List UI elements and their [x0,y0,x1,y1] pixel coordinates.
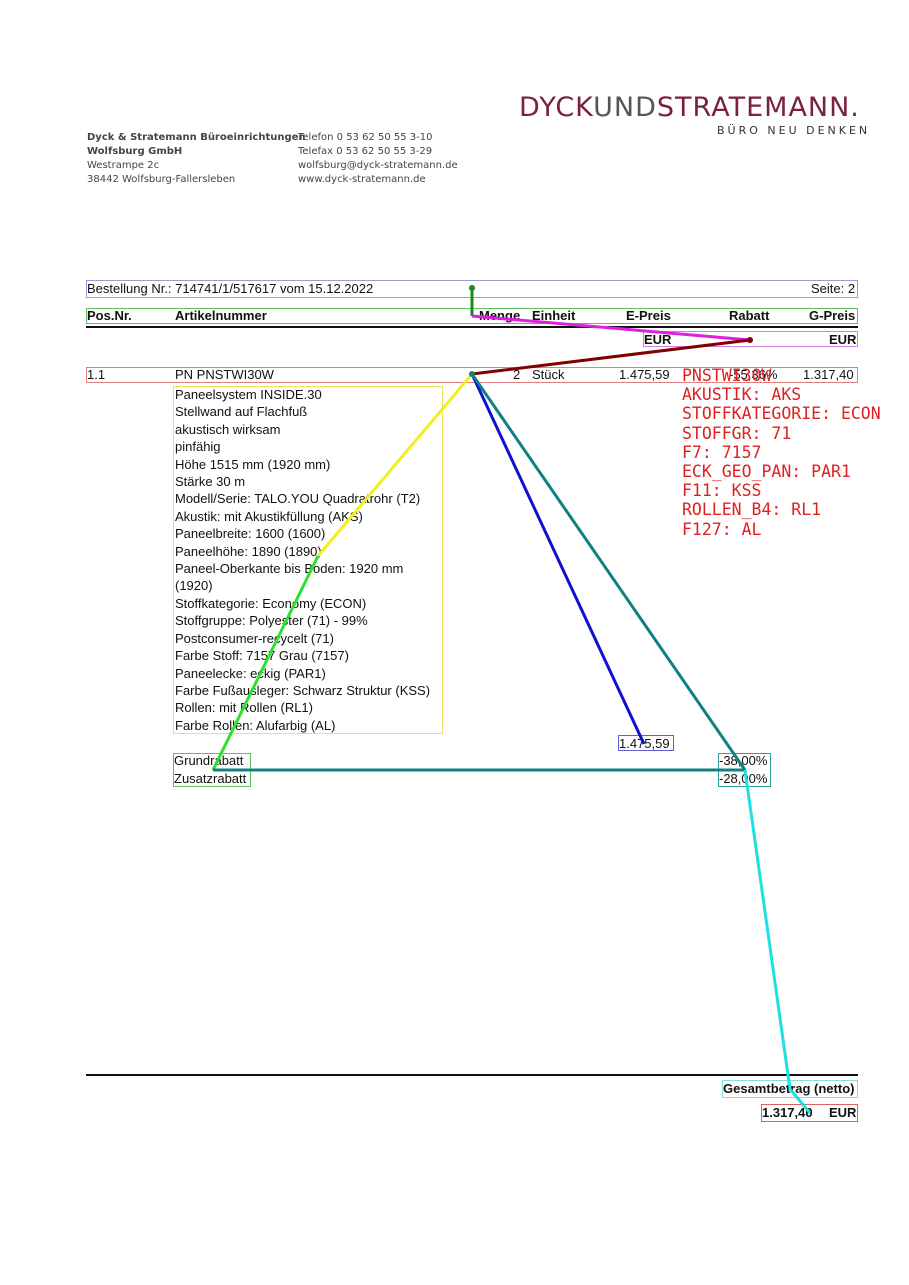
connector-maroon [471,338,751,376]
connector-yellow [316,373,474,557]
connector-node [469,371,475,377]
connector-lime [211,555,320,771]
connector-teal [470,373,747,771]
connector-node [469,285,475,291]
connector-cyan-end [788,1088,812,1114]
annotation-connectors [211,285,812,1114]
connector-node [747,337,753,343]
connector-blue [470,373,646,745]
connector-cyan [743,769,792,1090]
connector-magenta [471,314,751,342]
